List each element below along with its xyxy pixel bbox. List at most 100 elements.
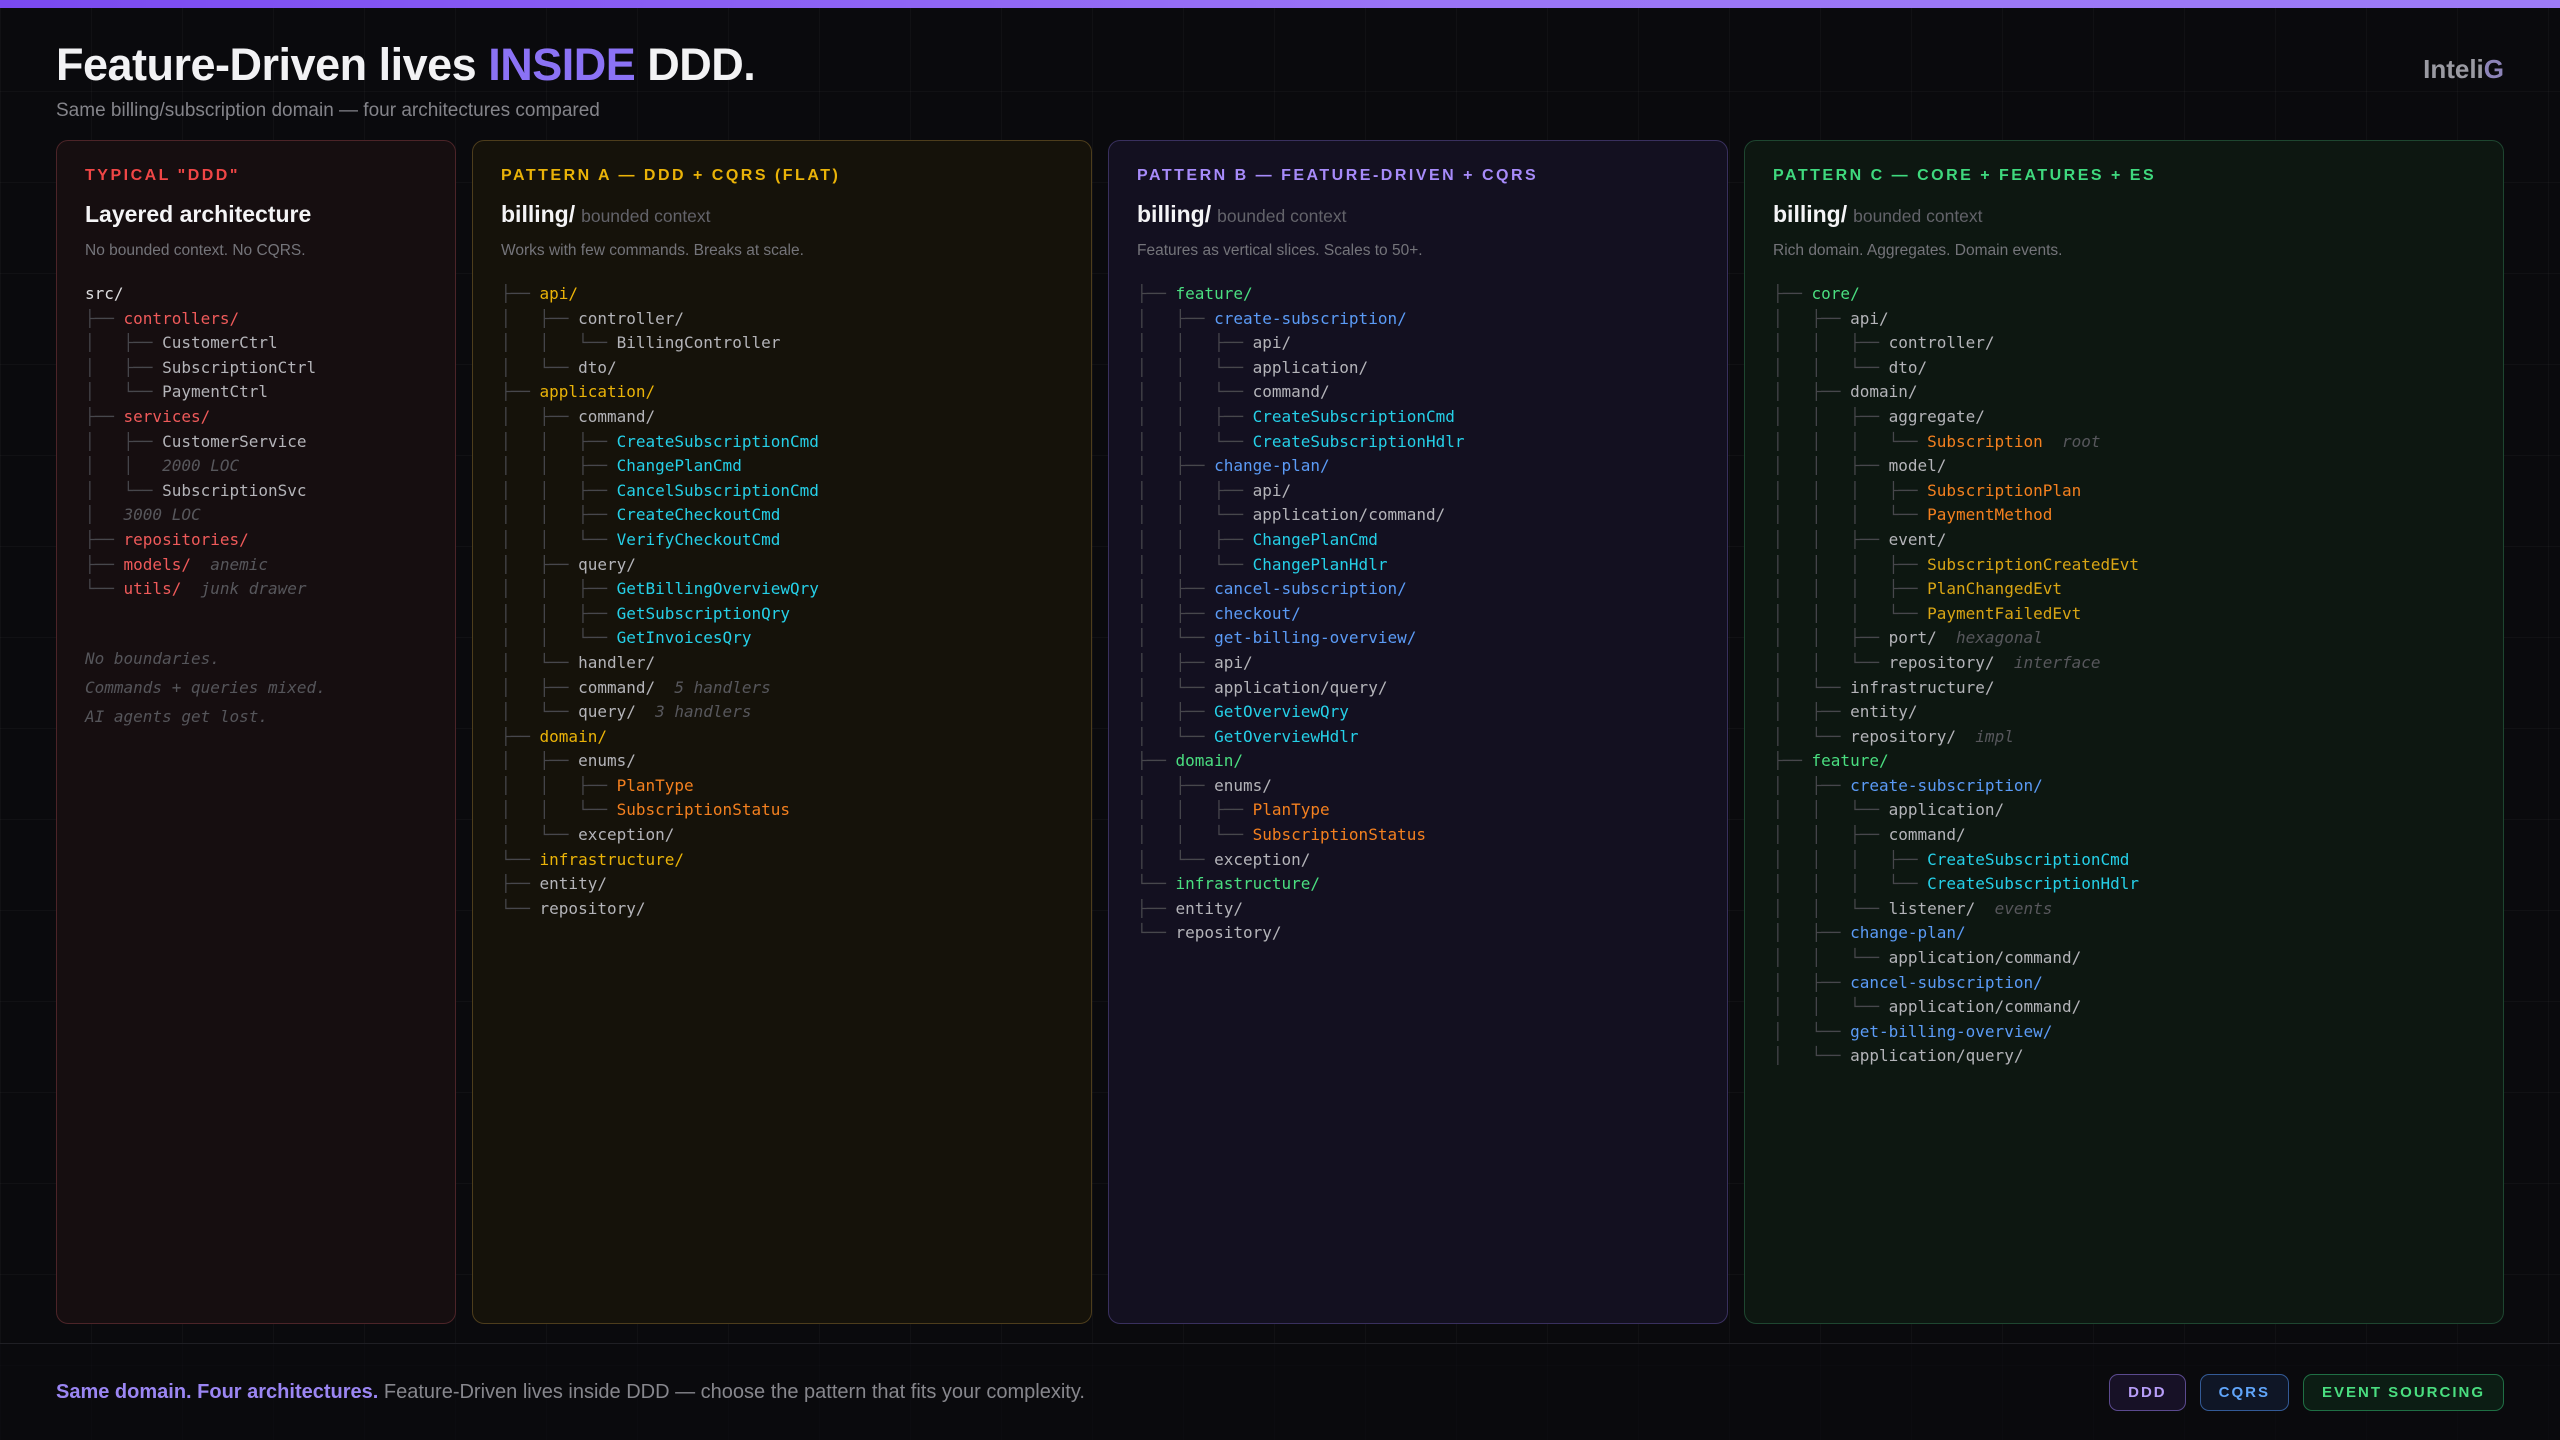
tree-node-label: SubscriptionStatus [1253,825,1426,844]
tree-row: │ └── SubscriptionSvc [85,479,427,504]
tree-row: └── repository/ [501,897,1063,922]
tree-node-label: get-billing-overview/ [1214,628,1416,647]
tree-node-label: GetBillingOverviewQry [617,579,819,598]
tree-row: │ ├── CustomerCtrl [85,331,427,356]
tree-row: │ ├── cancel-subscription/ [1137,577,1699,602]
tree-row: │ ├── change-plan/ [1773,921,2475,946]
tree-row: │ │ └── VerifyCheckoutCmd [501,528,1063,553]
tree-node-label: SubscriptionCreatedEvt [1927,555,2139,574]
logo-g: G [2484,54,2504,84]
tree-node-label: port/ [1889,628,1937,647]
tree-node-label: api/ [1214,653,1253,672]
tree-row: │ │ │ └── PaymentFailedEvt [1773,602,2475,627]
tree-row: │ │ ├── port/ hexagonal [1773,626,2475,651]
tree-row: │ │ ├── ChangePlanCmd [501,454,1063,479]
title-pre: Feature-Driven lives [56,39,488,90]
pattern-title-text: billing/ [1773,201,1847,227]
tree-row: │ │ ├── aggregate/ [1773,405,2475,430]
tree-row: │ ├── checkout/ [1137,602,1699,627]
tree-row: ├── models/ anemic [85,553,427,578]
page-title: Feature-Driven lives INSIDE DDD. [56,40,755,90]
tree-row: │ │ ├── GetBillingOverviewQry [501,577,1063,602]
tree-node-label: repositories/ [124,530,249,549]
tree-node-label: command/ [1889,825,1966,844]
tree-node-label: api/ [1253,333,1292,352]
tree-row: │ └── GetOverviewHdlr [1137,725,1699,750]
tree-node-label: PaymentCtrl [162,382,268,401]
pattern-title-suffix: bounded context [1217,206,1346,226]
footer-rest: Feature-Driven lives inside DDD — choose… [384,1381,1085,1403]
tree-node-label: CreateCheckoutCmd [617,505,781,524]
panel-pattern-c: PATTERN C — CORE + FEATURES + ES billing… [1744,140,2504,1324]
tree-node-label: infrastructure/ [540,850,685,869]
tree-row: │ ├── command/ 5 handlers [501,676,1063,701]
tree-node-label: controller/ [578,309,684,328]
tree-row: └── utils/ junk drawer [85,577,427,602]
tree-row: │ │ │ ├── SubscriptionCreatedEvt [1773,553,2475,578]
tree-node-label: exception/ [578,825,674,844]
tree-row: │ └── exception/ [501,823,1063,848]
pattern-title: Layered architecture [85,201,427,228]
file-tree: ├── api/│ ├── controller/│ │ └── Billing… [501,282,1063,921]
badge-cqrs: CQRS [2200,1374,2289,1411]
tree-node-label: Subscription [1927,432,2043,451]
tree-node-label: application/query/ [1214,678,1387,697]
tree-node-label: dto/ [578,358,617,377]
tree-row: ├── feature/ [1137,282,1699,307]
tree-row: │ └── PaymentCtrl [85,380,427,405]
tree-node-note: root [2043,432,2101,451]
tree-node-label: utils/ [124,579,182,598]
tree-node-label: cancel-subscription/ [1850,973,2043,992]
tree-row: ├── core/ [1773,282,2475,307]
file-tree: src/├── controllers/│ ├── CustomerCtrl│ … [85,282,427,602]
tree-node-label: infrastructure/ [1176,874,1321,893]
tree-row: │ │ ├── controller/ [1773,331,2475,356]
badge-group: DDDCQRSEVENT SOURCING [2109,1374,2504,1411]
tree-node-label: CreateSubscriptionCmd [617,432,819,451]
tree-node-label: exception/ [1214,850,1310,869]
tree-row: │ │ │ └── PaymentMethod [1773,503,2475,528]
pattern-tag: TYPICAL "DDD" [85,167,427,185]
tree-node-label: application/ [1253,358,1369,377]
tree-node-label: GetSubscriptionQry [617,604,790,623]
tree-row: │ ├── CustomerService [85,430,427,455]
tree-node-label: repository/ [1850,727,1956,746]
footer-lead: Same domain. Four architectures. [56,1381,378,1403]
note-line: AI agents get lost. [85,702,427,731]
tree-node-label: SubscriptionSvc [162,481,307,500]
tree-row: │ │ └── BillingController [501,331,1063,356]
tree-row: │ └── exception/ [1137,848,1699,873]
tree-row: │ ├── GetOverviewQry [1137,700,1699,725]
tree-node-label: command/ [578,407,655,426]
brand-logo: InteliG [2423,54,2504,85]
pattern-desc: Rich domain. Aggregates. Domain events. [1773,242,2475,260]
tree-row: │ │ ├── api/ [1137,331,1699,356]
tree-row: │ ├── controller/ [501,307,1063,332]
tree-row: │ 3000 LOC [85,503,427,528]
tree-node-label: PaymentMethod [1927,505,2052,524]
tree-row: │ │ └── repository/ interface [1773,651,2475,676]
tree-node-label: cancel-subscription/ [1214,579,1407,598]
title-post: DDD. [635,39,755,90]
header: Feature-Driven lives INSIDE DDD. Same bi… [0,0,2560,122]
tree-row: │ ├── entity/ [1773,700,2475,725]
tree-node-label: application/command/ [1889,997,2082,1016]
tree-node-label: BillingController [617,333,781,352]
tree-node-label: SubscriptionCtrl [162,358,316,377]
tree-row: │ ├── SubscriptionCtrl [85,356,427,381]
tree-node-note: impl [1956,727,2014,746]
logo-text: Inteli [2423,54,2484,84]
tree-node-note: 3 handlers [636,702,752,721]
tree-row: src/ [85,282,427,307]
tree-node-label: GetOverviewHdlr [1214,727,1359,746]
tree-row: │ └── dto/ [501,356,1063,381]
tree-node-label: domain/ [1176,751,1243,770]
tree-row: │ │ ├── CreateSubscriptionCmd [501,430,1063,455]
tree-row: │ └── query/ 3 handlers [501,700,1063,725]
tree-node-label: query/ [578,702,636,721]
tree-row: │ │ └── SubscriptionStatus [1137,823,1699,848]
tree-node-label: application/ [1889,800,2005,819]
panel-pattern-a: PATTERN A — DDD + CQRS (FLAT) billing/bo… [472,140,1092,1324]
tree-row: │ │ │ └── Subscription root [1773,430,2475,455]
tree-row: │ │ └── ChangePlanHdlr [1137,553,1699,578]
